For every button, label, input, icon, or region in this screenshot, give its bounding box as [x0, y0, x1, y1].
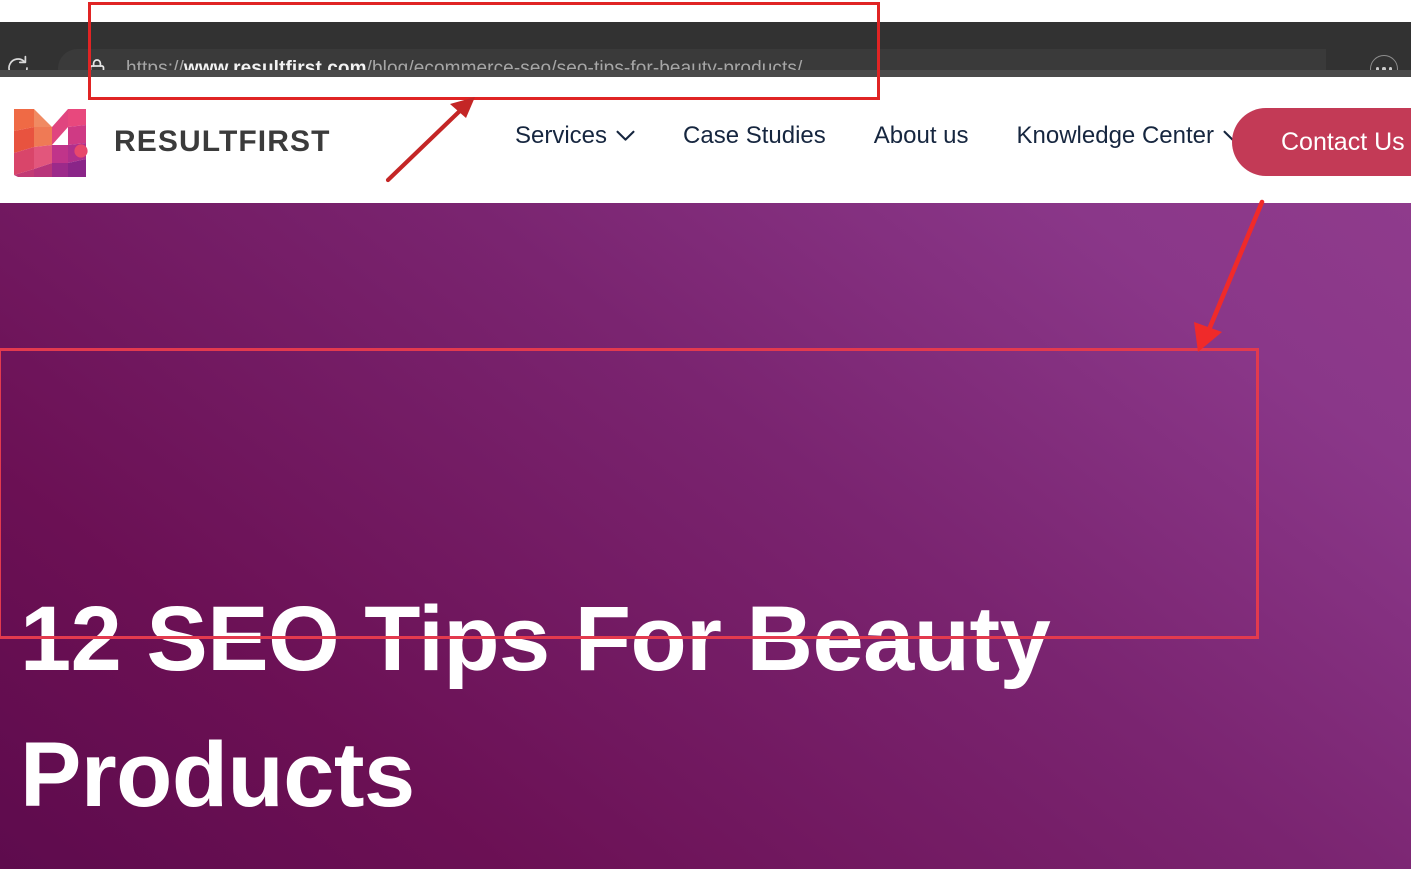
screenshot-root: https://www.resultfirst.com/blog/ecommer…: [0, 0, 1411, 869]
nav-item-services[interactable]: Services: [505, 122, 659, 150]
logo-text: RESULTFIRST: [114, 125, 331, 158]
chevron-down-icon: [616, 130, 635, 141]
nav-item-label: Services: [515, 122, 608, 149]
hero-title: 12 SEO Tips For Beauty Products: [20, 588, 1051, 827]
resultfirst-logo-icon: [14, 109, 88, 177]
contact-us-label: Contact Us: [1281, 127, 1405, 156]
nav-item-label: Knowledge Center: [1016, 122, 1214, 149]
window-top-filler: [0, 0, 1411, 22]
nav-item-label: Case Studies: [683, 122, 826, 149]
browser-toolbar: https://www.resultfirst.com/blog/ecommer…: [0, 22, 1411, 88]
main-nav: Services Case Studies About us Knowledge…: [505, 122, 1266, 150]
site-logo[interactable]: RESULTFIRST: [12, 105, 331, 179]
nav-item-about-us[interactable]: About us: [850, 122, 993, 150]
contact-us-button[interactable]: Contact Us: [1232, 108, 1411, 176]
toolbar-divider: [0, 70, 1411, 77]
nav-item-label: About us: [873, 122, 969, 149]
hero-section: 12 SEO Tips For Beauty Products: [0, 203, 1411, 869]
nav-item-case-studies[interactable]: Case Studies: [659, 122, 850, 150]
nav-item-knowledge-center[interactable]: Knowledge Center: [993, 122, 1266, 150]
